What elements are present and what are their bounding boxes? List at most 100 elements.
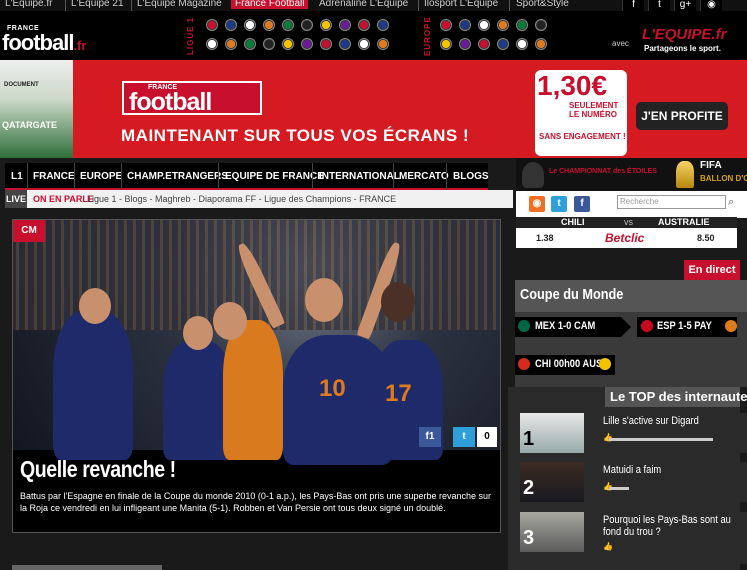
club-crest-icon[interactable] — [478, 19, 490, 31]
club-crest-icon[interactable] — [225, 38, 237, 50]
twitter-icon[interactable]: t — [648, 0, 670, 11]
fifa-label: FIFA — [700, 160, 722, 171]
club-crest-icon[interactable] — [440, 38, 452, 50]
club-crest-icon[interactable] — [320, 38, 332, 50]
facebook-icon[interactable]: f — [574, 196, 590, 212]
club-crest-icon[interactable] — [282, 38, 294, 50]
en-direct-badge[interactable]: En direct — [684, 260, 740, 280]
rss-icon[interactable]: ◉ — [529, 196, 545, 212]
nav-equipe-de-france[interactable]: EQUIPE DE FRANCE — [225, 171, 324, 182]
france-football-logo[interactable]: FRANCE football.fr — [0, 16, 125, 56]
divider — [509, 0, 510, 11]
club-crest-icon[interactable] — [377, 19, 389, 31]
club-crest-icon[interactable] — [244, 19, 256, 31]
twitter-icon[interactable]: t — [551, 196, 567, 212]
club-crest-icon[interactable] — [535, 19, 547, 31]
trending-topics[interactable]: Ligue 1 - Blogs - Maghreb - Diaporama FF… — [87, 194, 396, 204]
coupe-du-monde-header[interactable]: Coupe du Monde — [515, 280, 747, 312]
club-crest-icon[interactable] — [206, 19, 218, 31]
match-arrow — [621, 317, 631, 337]
odds-home-value[interactable]: 1.38 — [536, 233, 554, 243]
network-link-adrenaline[interactable]: Adrenaline L'Equipe — [319, 0, 408, 9]
club-crest-icon[interactable] — [478, 38, 490, 50]
thumbs-up-icon[interactable]: 👍 — [603, 542, 613, 551]
player-head — [213, 302, 247, 340]
club-crest-icon[interactable] — [535, 38, 547, 50]
twitter-share-button[interactable]: t — [453, 427, 475, 447]
nav-blogs[interactable]: BLOGS — [453, 171, 489, 182]
ad-cta-button[interactable]: J'EN PROFITE — [636, 102, 728, 130]
betting-odds[interactable]: CHILI vs AUSTRALIE 1.38 Betclic 8.50 — [516, 217, 737, 248]
club-crest-icon[interactable] — [377, 38, 389, 50]
championnat-banner[interactable]: Le CHAMPIONNAT des ÉTOILES FIFA BALLON D… — [516, 158, 747, 191]
facebook-share-button[interactable]: f1 — [419, 427, 441, 447]
nav-france[interactable]: FRANCE — [33, 171, 75, 182]
ad-slogan: MAINTENANT SUR TOUS VOS ÉCRANS ! — [121, 126, 470, 145]
network-link-lequipe-magazine[interactable]: L'Equipe Magazine — [137, 0, 222, 9]
player-head — [305, 278, 343, 322]
nav-champ-etrangers[interactable]: CHAMP.ETRANGERS — [127, 171, 228, 182]
hero-article[interactable]: 10 17 CM f1 t 0 Quelle revanche ! Battus… — [12, 219, 501, 533]
club-crest-icon[interactable] — [225, 19, 237, 31]
match-mex-cam[interactable]: MEX 1-0 CAM — [515, 317, 631, 337]
nav-international[interactable]: INTERNATIONAL — [319, 171, 400, 182]
logo-tld: .fr — [73, 38, 87, 53]
club-crest-icon[interactable] — [497, 19, 509, 31]
rank-number: 1 — [523, 428, 535, 450]
club-crest-icon[interactable] — [301, 38, 313, 50]
club-crest-icon[interactable] — [516, 38, 528, 50]
betclic-logo[interactable]: Betclic — [605, 231, 644, 245]
top-article-item[interactable]: 2 Matuidi a faim 👍 — [520, 462, 747, 502]
logo-word: football — [2, 30, 74, 55]
club-crest-icon[interactable] — [358, 19, 370, 31]
club-crest-icon[interactable] — [516, 19, 528, 31]
divider — [446, 163, 447, 190]
network-link-ilosport[interactable]: Ilosport L'Equipe — [424, 0, 498, 9]
hero-title[interactable]: Quelle revanche ! — [20, 456, 176, 483]
divider — [121, 163, 122, 190]
club-crest-icon[interactable] — [263, 19, 275, 31]
share-count: 0 — [477, 427, 497, 447]
nav-mercato[interactable]: MERCATO — [399, 171, 449, 182]
match-chi-aus[interactable]: CHI 00h00 AUS — [515, 355, 615, 375]
nav-europe[interactable]: EUROPE — [80, 171, 122, 182]
coupe-du-monde-title: Coupe du Monde — [520, 286, 624, 303]
search-icon[interactable]: ⌕ — [728, 196, 734, 209]
rss-icon[interactable]: ◉ — [700, 0, 722, 11]
club-crest-icon[interactable] — [497, 38, 509, 50]
club-crest-icon[interactable] — [440, 19, 452, 31]
top-article-item[interactable]: 1 Lille s'active sur Digard 👍 — [520, 413, 747, 453]
next-article-thumbnail[interactable] — [12, 565, 162, 570]
club-crest-icon[interactable] — [244, 38, 256, 50]
network-link-lequipe21[interactable]: L'Equipe 21 — [71, 0, 124, 9]
vote-bar — [609, 438, 713, 441]
search-input[interactable]: Recherche — [617, 195, 726, 209]
club-crest-icon[interactable] — [206, 38, 218, 50]
top-article-item[interactable]: 3 Pourquoi les Pays-Bas sont au fond du … — [520, 512, 747, 564]
network-link-lequipe[interactable]: L'Equipe.fr — [5, 0, 53, 9]
club-crest-icon[interactable] — [301, 19, 313, 31]
nav-l1[interactable]: L1 — [11, 171, 23, 182]
club-crest-icon[interactable] — [459, 19, 471, 31]
club-crest-icon[interactable] — [339, 19, 351, 31]
lequipe-tagline: Partageons le sport. — [644, 44, 721, 53]
odds-away-value[interactable]: 8.50 — [697, 233, 715, 243]
odds-row: 1.38 Betclic 8.50 — [516, 228, 737, 248]
match-esp-pay[interactable]: ESP 1-5 PAY — [637, 317, 737, 337]
club-crest-icon[interactable] — [282, 19, 294, 31]
category-badge[interactable]: CM — [13, 220, 45, 242]
club-crest-icon[interactable] — [320, 19, 332, 31]
match-score: ESP 1-5 PAY — [657, 320, 712, 332]
avec-text: avec — [612, 39, 629, 48]
club-crest-icon[interactable] — [358, 38, 370, 50]
network-link-france-football[interactable]: France Football — [231, 0, 309, 9]
hero-summary: Battus par l'Espagne en finale de la Cou… — [20, 491, 492, 513]
club-crest-icon[interactable] — [263, 38, 275, 50]
club-crest-icon[interactable] — [459, 38, 471, 50]
facebook-icon[interactable]: f — [622, 0, 644, 11]
ad-banner[interactable]: DOCUMENT QATARGATE FRANCE football MAINT… — [0, 60, 747, 158]
live-badge: LIVE — [5, 190, 27, 208]
network-link-sport-style[interactable]: Sport&Style — [516, 0, 569, 9]
googleplus-icon[interactable]: g+ — [674, 0, 696, 11]
club-crest-icon[interactable] — [339, 38, 351, 50]
